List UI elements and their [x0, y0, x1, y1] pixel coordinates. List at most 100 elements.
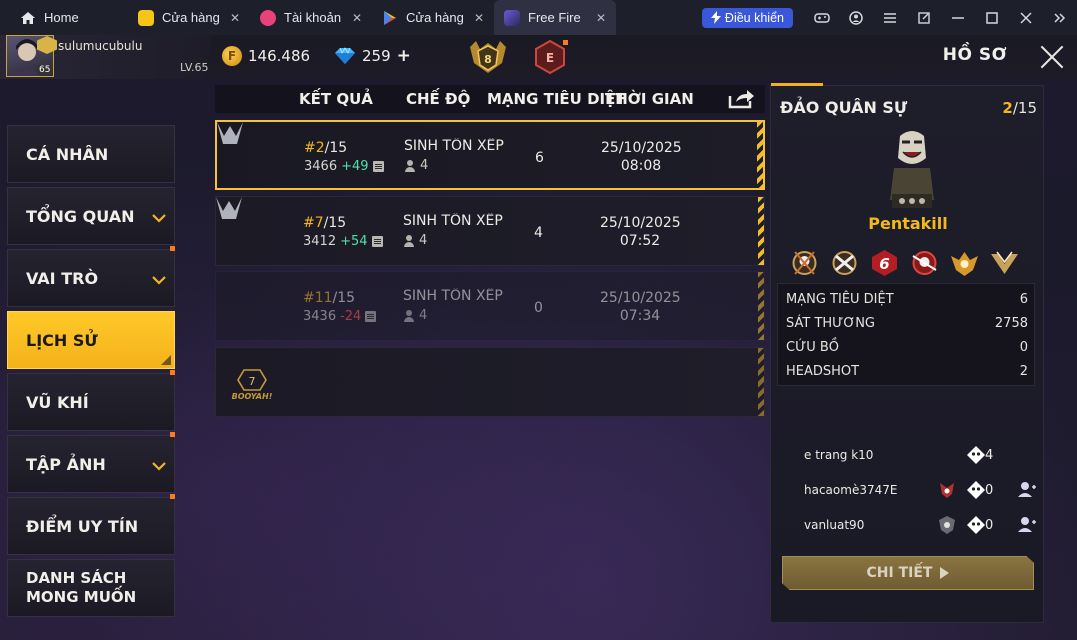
match-kills: 0	[534, 300, 543, 316]
minimize-icon[interactable]	[941, 0, 975, 35]
cs-rank-badge-icon[interactable]: E	[530, 39, 570, 75]
add-friend-icon[interactable]	[1017, 479, 1037, 499]
share-icon[interactable]	[727, 86, 755, 110]
match-mode: SINH TỒN XẾP HẠNG	[403, 213, 507, 229]
tab-account[interactable]: Tài khoản ✕	[250, 0, 372, 35]
headshot-medal-icon[interactable]	[909, 248, 940, 278]
survivor-medal-icon[interactable]	[989, 248, 1020, 278]
stat-row: SÁT THƯƠNG 2758	[786, 316, 1028, 331]
match-detail-panel: ĐẢO QUÂN SỰ 2/15 Pentakill 6 MẠNG TIÊU D…	[770, 83, 1044, 623]
gamepad-icon[interactable]	[805, 0, 839, 35]
tab-close-icon[interactable]: ✕	[596, 11, 606, 25]
br-rank-badge-icon[interactable]: 8	[468, 39, 508, 75]
match-row[interactable]: #11/15 3436-24 SINH TỒN XẾP HẠNG 4 0 25/…	[215, 271, 765, 341]
match-team-size: 4	[404, 158, 428, 173]
teammate-row[interactable]: e trang k10 4	[777, 441, 1039, 471]
gold-amount: 146.486	[248, 47, 311, 65]
detail-button-label: CHI TIẾT	[866, 565, 933, 581]
rank-emblem-icon	[217, 122, 243, 144]
match-rank-score: 3466 +49	[304, 159, 384, 174]
sidebar-item-history[interactable]: LỊCH SỬ	[7, 311, 175, 369]
column-time: THỜI GIAN	[605, 90, 694, 108]
medal-number: 6	[879, 255, 889, 273]
notification-dot	[170, 246, 175, 251]
tab-close-icon[interactable]: ✕	[474, 11, 484, 25]
teammate-name: hacaomè3747E	[804, 483, 898, 497]
avatar-level: 65	[37, 65, 53, 75]
detail-button[interactable]: CHI TIẾT	[782, 556, 1034, 590]
kills-skull-icon	[967, 446, 985, 464]
add-diamond-button[interactable]: +	[397, 46, 411, 66]
column-result: KẾT QUẢ	[299, 90, 373, 108]
tab-close-icon[interactable]: ✕	[352, 11, 362, 25]
add-friend-icon[interactable]	[1017, 514, 1037, 534]
row-stripes	[758, 197, 764, 265]
avatar[interactable]: 65	[6, 35, 57, 77]
play-arrow-icon	[940, 567, 950, 579]
emulator-titlebar: Home Cửa hàng ... ✕ Tài khoản ✕ Cửa hàng…	[0, 0, 1077, 35]
teammate-kills: 0	[985, 483, 994, 498]
sidebar-item-weapons[interactable]: VŨ KHÍ	[7, 370, 175, 431]
gold-wings-medal-icon[interactable]	[949, 248, 980, 278]
sidebar-item-label: TẬP ẢNH	[26, 454, 106, 474]
six-kills-medal-icon[interactable]: 6	[869, 248, 900, 278]
crossed-guns-medal-icon[interactable]	[829, 248, 860, 278]
chevron-down-icon	[152, 460, 166, 475]
account-app-icon	[260, 9, 276, 26]
squad-badge-icon	[940, 483, 954, 498]
sidebar-item-overview[interactable]: TỔNG QUAN	[7, 187, 175, 245]
sidebar-item-label: LỊCH SỬ	[26, 330, 98, 350]
sidebar-item-personal[interactable]: CÁ NHÂN	[7, 125, 175, 183]
tab-label: Cửa hàng ...	[406, 10, 466, 25]
control-button[interactable]: Điều khiển	[701, 7, 793, 28]
tab-free-fire[interactable]: Free Fire ✕	[494, 0, 616, 35]
match-row[interactable]: #2/15 3466+49 SINH TỒN XẾP HẠNG 4 6 25/1…	[215, 120, 765, 190]
account-icon[interactable]	[839, 0, 873, 35]
match-row[interactable]: #7/15 3412+54 SINH TỒN XẾP HẠNG 4 4 25/1…	[215, 196, 765, 266]
sidebar-item-roles[interactable]: VAI TRÒ	[7, 246, 175, 307]
maximize-icon[interactable]	[975, 0, 1009, 35]
diamond-icon	[334, 47, 356, 65]
match-placement: #11/15	[303, 290, 356, 306]
teammate-row[interactable]: vanluat90 0	[777, 511, 1039, 541]
note-icon	[365, 311, 377, 322]
close-profile-icon[interactable]	[1039, 43, 1065, 69]
sidebar-item-reputation[interactable]: ĐIỂM UY TÍN	[7, 494, 175, 555]
gold-currency: F 146.486	[222, 46, 310, 66]
skull-medal-icon[interactable]	[789, 248, 820, 278]
menu-icon[interactable]	[873, 0, 907, 35]
diamond-amount: 259	[362, 47, 391, 65]
note-icon	[371, 236, 383, 247]
expand-sidebar-icon[interactable]	[1043, 0, 1077, 35]
game-topbar: 65 sulumucubulu LV.65 F 146.486 259 + 8 …	[0, 35, 1077, 79]
notification-dot	[170, 432, 175, 437]
sidebar-item-label: VAI TRÒ	[26, 268, 99, 288]
sidebar-item-album[interactable]: TẬP ẢNH	[7, 432, 175, 493]
home-tab[interactable]: Home	[0, 0, 128, 35]
game-screen: 65 sulumucubulu LV.65 F 146.486 259 + 8 …	[0, 35, 1077, 640]
column-mode: CHẾ ĐỘ	[406, 90, 471, 108]
sidebar-item-wishlist[interactable]: DANH SÁCH MONG MUỐN	[7, 559, 175, 617]
tab-store-2[interactable]: Cửa hàng ... ✕	[372, 0, 494, 35]
match-rank-score: 3412 +54	[303, 234, 383, 249]
character-name: Pentakill	[868, 214, 948, 233]
sidebar-item-label: TỔNG QUAN	[26, 206, 135, 226]
person-icon	[403, 309, 415, 322]
home-icon	[21, 11, 35, 24]
tab-store-1[interactable]: Cửa hàng ... ✕	[128, 0, 250, 35]
match-date: 25/10/2025	[600, 215, 681, 231]
popout-icon[interactable]	[907, 0, 941, 35]
match-rank-score: 3436 -24	[303, 309, 377, 324]
diamond-currency[interactable]: 259 +	[334, 46, 411, 66]
booyah-summary-row: 7 BOOYAH!	[215, 347, 765, 417]
kills-skull-icon	[967, 516, 985, 534]
teammate-kills: 0	[985, 518, 994, 533]
sidebar-item-label: ĐIỂM UY TÍN	[26, 516, 139, 536]
teammate-row[interactable]: hacaomè3747E 0	[777, 476, 1039, 506]
medal-row: 6	[789, 248, 1020, 278]
player-name: sulumucubulu	[58, 39, 143, 53]
booyah-badge-icon: 7 BOOYAH!	[232, 369, 273, 401]
home-tab-label: Home	[44, 10, 79, 25]
close-icon[interactable]	[1009, 0, 1043, 35]
tab-close-icon[interactable]: ✕	[230, 11, 240, 25]
